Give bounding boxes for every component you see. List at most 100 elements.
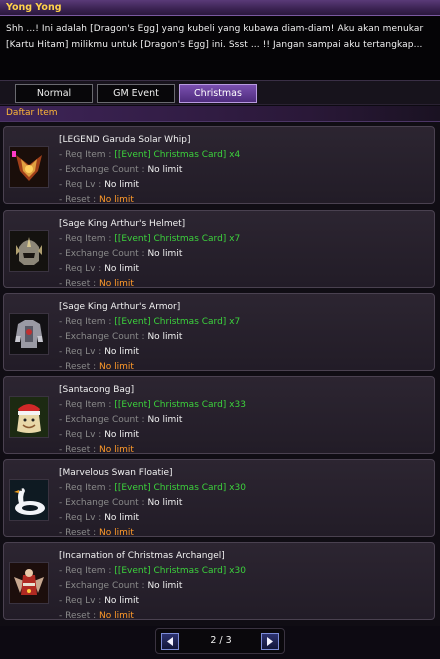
req-item-label: - Req Item :	[59, 400, 112, 410]
item-list: [LEGEND Garuda Solar Whip] - Req Item : …	[0, 122, 440, 626]
item-name: [Santacong Bag]	[59, 385, 135, 395]
req-item-value: [[Event] Christmas Card] x4	[114, 150, 241, 160]
exchange-count-row: - Exchange Count : No limit	[59, 581, 182, 591]
reset-label: - Reset :	[59, 195, 97, 205]
exchange-count-label: - Exchange Count :	[59, 165, 145, 175]
reset-row: - Reset : No limit	[59, 611, 134, 621]
req-lv-row: - Req Lv : No limit	[59, 180, 139, 190]
req-lv-row: - Req Lv : No limit	[59, 264, 139, 274]
exchange-count-label: - Exchange Count :	[59, 332, 145, 342]
req-lv-row: - Req Lv : No limit	[59, 596, 139, 606]
req-lv-label: - Req Lv :	[59, 430, 102, 440]
page-indicator: 2 / 3	[210, 635, 232, 646]
item-name: [Sage King Arthur's Helmet]	[59, 219, 186, 229]
item-icon-frame	[9, 479, 49, 521]
req-item-row: - Req Item : [[Event] Christmas Card] x3…	[59, 483, 246, 493]
reset-row: - Reset : No limit	[59, 362, 134, 372]
item-icon-frame	[9, 313, 49, 355]
reset-value: No limit	[99, 195, 134, 205]
req-lv-value: No limit	[104, 513, 140, 523]
req-lv-row: - Req Lv : No limit	[59, 347, 139, 357]
archangel-icon	[10, 563, 48, 603]
exchange-count-label: - Exchange Count :	[59, 415, 145, 425]
item-icon-frame	[9, 562, 49, 604]
req-lv-label: - Req Lv :	[59, 180, 102, 190]
swan-floatie-icon	[10, 480, 48, 520]
req-item-value: [[Event] Christmas Card] x7	[114, 317, 241, 327]
item-name: [Sage King Arthur's Armor]	[59, 302, 181, 312]
exchange-count-value: No limit	[147, 498, 183, 508]
req-lv-row: - Req Lv : No limit	[59, 430, 139, 440]
req-item-row: - Req Item : [[Event] Christmas Card] x3…	[59, 400, 246, 410]
item-name: [Marvelous Swan Floatie]	[59, 468, 173, 478]
exchange-count-row: - Exchange Count : No limit	[59, 498, 182, 508]
list-item[interactable]: [Santacong Bag] - Req Item : [[Event] Ch…	[3, 376, 435, 455]
req-item-row: - Req Item : [[Event] Christmas Card] x7	[59, 234, 240, 244]
reset-label: - Reset :	[59, 445, 97, 455]
garuda-whip-icon	[10, 147, 48, 187]
reset-value: No limit	[99, 362, 134, 372]
exchange-count-value: No limit	[147, 415, 183, 425]
list-item[interactable]: [Incarnation of Christmas Archangel] - R…	[3, 542, 435, 621]
req-lv-value: No limit	[104, 180, 140, 190]
req-lv-label: - Req Lv :	[59, 264, 102, 274]
reset-row: - Reset : No limit	[59, 528, 134, 538]
reset-row: - Reset : No limit	[59, 279, 134, 289]
req-item-value: [[Event] Christmas Card] x33	[114, 400, 246, 410]
dialog-line: Shh ...! Ini adalah [Dragon's Egg] yang …	[6, 24, 424, 34]
item-name: [Incarnation of Christmas Archangel]	[59, 551, 225, 561]
exchange-count-row: - Exchange Count : No limit	[59, 332, 182, 342]
prev-page-button[interactable]	[161, 633, 179, 650]
list-item[interactable]: [LEGEND Garuda Solar Whip] - Req Item : …	[3, 126, 435, 205]
dialog-line: [Kartu Hitam] milikmu untuk [Dragon's Eg…	[6, 40, 423, 50]
req-lv-value: No limit	[104, 430, 140, 440]
req-item-row: - Req Item : [[Event] Christmas Card] x4	[59, 150, 240, 160]
item-name: [LEGEND Garuda Solar Whip]	[59, 135, 191, 145]
arrow-right-icon	[267, 637, 273, 646]
item-list-header: Daftar Item	[0, 106, 440, 122]
reset-value: No limit	[99, 445, 134, 455]
req-item-label: - Req Item :	[59, 317, 112, 327]
req-lv-label: - Req Lv :	[59, 596, 102, 606]
req-item-label: - Req Item :	[59, 483, 112, 493]
santa-bag-icon	[10, 397, 48, 437]
item-icon-frame	[9, 230, 49, 272]
req-lv-label: - Req Lv :	[59, 347, 102, 357]
tab-gm-event[interactable]: GM Event	[97, 84, 175, 103]
item-icon-frame	[9, 396, 49, 438]
req-lv-row: - Req Lv : No limit	[59, 513, 139, 523]
window-title-bar: Yong Yong	[0, 0, 440, 16]
reset-label: - Reset :	[59, 611, 97, 621]
npc-dialog: Shh ...! Ini adalah [Dragon's Egg] yang …	[0, 16, 440, 80]
req-item-label: - Req Item :	[59, 234, 112, 244]
exchange-count-label: - Exchange Count :	[59, 581, 145, 591]
exchange-count-label: - Exchange Count :	[59, 498, 145, 508]
reset-row: - Reset : No limit	[59, 445, 134, 455]
tab-bar: Normal GM Event Christmas	[0, 80, 440, 105]
exchange-count-value: No limit	[147, 332, 183, 342]
reset-value: No limit	[99, 611, 134, 621]
arrow-left-icon	[167, 637, 173, 646]
exchange-count-row: - Exchange Count : No limit	[59, 249, 182, 259]
req-item-value: [[Event] Christmas Card] x30	[114, 483, 246, 493]
exchange-count-value: No limit	[147, 249, 183, 259]
reset-label: - Reset :	[59, 279, 97, 289]
reset-row: - Reset : No limit	[59, 195, 134, 205]
tab-normal[interactable]: Normal	[15, 84, 93, 103]
exchange-count-value: No limit	[147, 581, 183, 591]
list-item[interactable]: [Marvelous Swan Floatie] - Req Item : [[…	[3, 459, 435, 538]
pagination: 2 / 3	[155, 628, 285, 654]
req-item-row: - Req Item : [[Event] Christmas Card] x3…	[59, 566, 246, 576]
list-item[interactable]: [Sage King Arthur's Helmet] - Req Item :…	[3, 210, 435, 289]
req-lv-label: - Req Lv :	[59, 513, 102, 523]
tab-christmas[interactable]: Christmas	[179, 84, 257, 103]
exchange-count-row: - Exchange Count : No limit	[59, 415, 182, 425]
req-lv-value: No limit	[104, 596, 140, 606]
exchange-count-label: - Exchange Count :	[59, 249, 145, 259]
armor-icon	[10, 314, 48, 354]
req-item-row: - Req Item : [[Event] Christmas Card] x7	[59, 317, 240, 327]
list-item[interactable]: [Sage King Arthur's Armor] - Req Item : …	[3, 293, 435, 372]
exchange-count-value: No limit	[147, 165, 183, 175]
req-item-label: - Req Item :	[59, 566, 112, 576]
next-page-button[interactable]	[261, 633, 279, 650]
